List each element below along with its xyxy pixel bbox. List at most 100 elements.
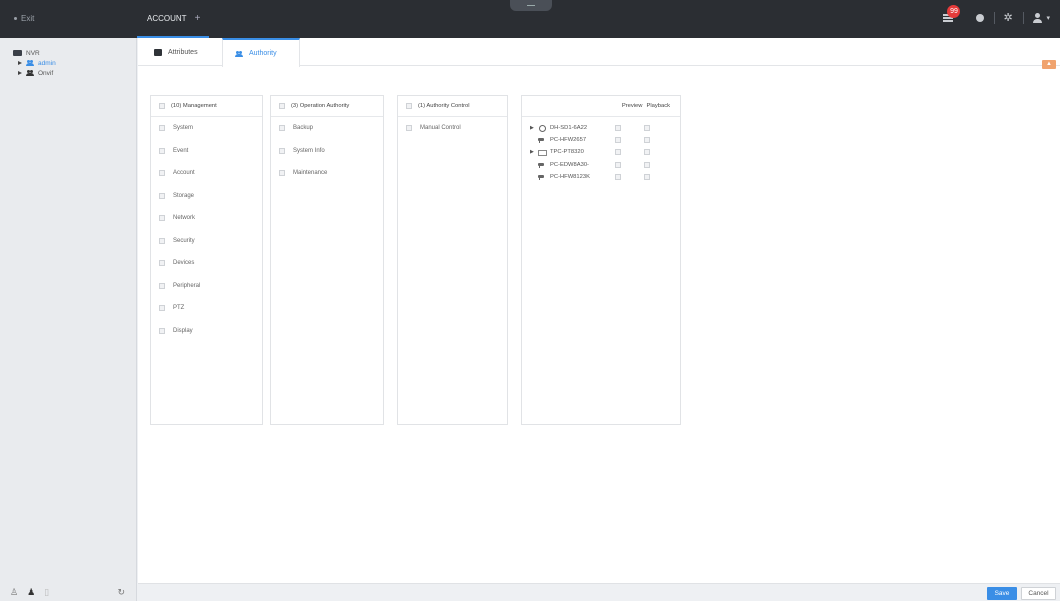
permission-label: System Info: [293, 147, 325, 154]
permission-checkbox[interactable]: [159, 282, 165, 289]
permission-item[interactable]: System: [151, 117, 262, 140]
device-name: PC-HFW8123K: [550, 173, 590, 180]
preview-checkbox[interactable]: [615, 161, 621, 168]
warning-icon[interactable]: ▲: [1042, 60, 1056, 69]
permission-label: Manual Control: [420, 125, 461, 132]
operation-header[interactable]: (3) Operation Authority: [271, 96, 383, 117]
tree-user-onvif[interactable]: Onvif: [13, 68, 136, 78]
playback-checkbox[interactable]: [644, 161, 650, 168]
tab-account[interactable]: ACCOUNT +: [137, 0, 209, 38]
tree-root[interactable]: NVR: [13, 48, 136, 58]
permission-label: Maintenance: [293, 170, 328, 177]
permission-item[interactable]: Maintenance: [271, 162, 383, 185]
dome-camera-icon: [538, 125, 546, 133]
bullet-camera-icon: [538, 137, 546, 144]
expand-arrow-icon[interactable]: ▶: [530, 149, 538, 155]
gear-icon[interactable]: [1003, 11, 1015, 24]
playback-checkbox[interactable]: [644, 149, 650, 156]
control-header[interactable]: (1) Authority Control: [398, 96, 507, 117]
permission-checkbox[interactable]: [279, 147, 285, 154]
permission-checkbox[interactable]: [159, 305, 165, 312]
subtab-bar: Attributes Authority: [138, 38, 1060, 67]
permission-item[interactable]: Storage: [151, 185, 262, 208]
permission-item[interactable]: Manual Control: [398, 117, 507, 140]
select-all-checkbox[interactable]: [406, 103, 412, 109]
playback-checkbox[interactable]: [644, 173, 650, 180]
tree-user-label: Onvif: [38, 69, 54, 77]
permission-checkbox[interactable]: [159, 147, 165, 154]
permission-item[interactable]: Security: [151, 230, 262, 253]
permission-item[interactable]: PTZ: [151, 297, 262, 320]
tab-authority-label: Authority: [249, 50, 277, 57]
preview-checkbox[interactable]: [615, 173, 621, 180]
sidebar-toolbar: ♙ ♟ ▯ ↻: [0, 583, 137, 601]
user-manage-icon[interactable]: ♟: [27, 587, 35, 598]
panel-title: (10) Management: [171, 103, 217, 109]
divider: [994, 12, 996, 24]
permission-item[interactable]: Backup: [271, 117, 383, 140]
permission-checkbox[interactable]: [159, 170, 165, 177]
status-icon[interactable]: [974, 12, 986, 24]
permission-label: Peripheral: [173, 282, 201, 289]
tab-authority[interactable]: Authority: [222, 38, 300, 67]
tree-user-admin[interactable]: admin: [13, 58, 136, 68]
permission-checkbox[interactable]: [279, 125, 285, 132]
alarm-count-badge: 99: [947, 5, 961, 18]
device-row[interactable]: PC-HFW8123K: [522, 171, 680, 183]
delete-icon[interactable]: ▯: [44, 587, 49, 598]
permission-item[interactable]: Network: [151, 207, 262, 230]
permission-checkbox[interactable]: [406, 125, 412, 132]
permission-checkbox[interactable]: [279, 170, 285, 177]
preview-checkbox[interactable]: [615, 149, 621, 156]
select-all-checkbox[interactable]: [279, 103, 285, 109]
device-row[interactable]: ▶ DH-SD1-6A22: [522, 122, 680, 134]
permission-label: System: [173, 125, 194, 132]
permission-item[interactable]: Peripheral: [151, 275, 262, 298]
cancel-button[interactable]: Cancel: [1021, 587, 1056, 600]
permission-label: Event: [173, 147, 189, 154]
permission-label: Network: [173, 215, 196, 222]
preview-checkbox[interactable]: [615, 125, 621, 131]
chevron-down-icon[interactable]: ▾: [1046, 14, 1050, 22]
permission-checkbox[interactable]: [159, 125, 165, 132]
management-header[interactable]: (10) Management: [151, 96, 262, 117]
select-all-checkbox[interactable]: [159, 103, 165, 109]
pull-down-handle[interactable]: [510, 0, 552, 11]
permission-checkbox[interactable]: [159, 192, 165, 199]
alarm-list-icon[interactable]: 99: [942, 5, 961, 24]
sidebar: NVR admin Onvif ♙ ♟ ▯ ↻: [0, 38, 137, 601]
expand-arrow-icon[interactable]: [18, 71, 22, 75]
permission-label: Storage: [173, 192, 195, 199]
add-user-icon[interactable]: ♙: [10, 587, 18, 598]
permission-item[interactable]: Display: [151, 320, 262, 343]
add-tab-button[interactable]: +: [195, 13, 201, 24]
permission-checkbox[interactable]: [159, 260, 165, 267]
permission-checkbox[interactable]: [159, 215, 165, 222]
exit-button[interactable]: Exit: [14, 14, 34, 23]
permission-item[interactable]: Devices: [151, 252, 262, 275]
expand-arrow-icon[interactable]: [18, 61, 22, 65]
device-row[interactable]: PC-EDW8A30-: [522, 159, 680, 171]
device-row[interactable]: ▶ TPC-PT8320: [522, 146, 680, 158]
operation-list: Backup System Info Maintenance: [271, 117, 383, 185]
preview-checkbox[interactable]: [615, 137, 621, 144]
bullet-camera-icon: [538, 174, 546, 180]
expand-arrow-icon[interactable]: ▶: [530, 125, 538, 131]
refresh-icon[interactable]: ↻: [117, 587, 125, 598]
user-icon[interactable]: [1032, 12, 1044, 24]
permission-label: PTZ: [173, 305, 185, 312]
device-list: ▶ DH-SD1-6A22 PC-HFW2657 ▶ TPC-PT8320 PC-EDW8…: [522, 117, 680, 183]
playback-checkbox[interactable]: [644, 137, 650, 144]
save-button[interactable]: Save: [987, 587, 1017, 600]
playback-checkbox[interactable]: [644, 125, 650, 131]
device-row[interactable]: PC-HFW2657: [522, 134, 680, 146]
permission-label: Display: [173, 327, 193, 334]
tab-attributes-label: Attributes: [168, 48, 198, 56]
permission-item[interactable]: Account: [151, 162, 262, 185]
permission-checkbox[interactable]: [159, 237, 165, 244]
permission-checkbox[interactable]: [159, 327, 165, 334]
permission-item[interactable]: System Info: [271, 140, 383, 163]
control-panel: (1) Authority Control Manual Control: [397, 95, 508, 425]
tree-user-label: admin: [38, 59, 56, 67]
permission-item[interactable]: Event: [151, 140, 262, 163]
